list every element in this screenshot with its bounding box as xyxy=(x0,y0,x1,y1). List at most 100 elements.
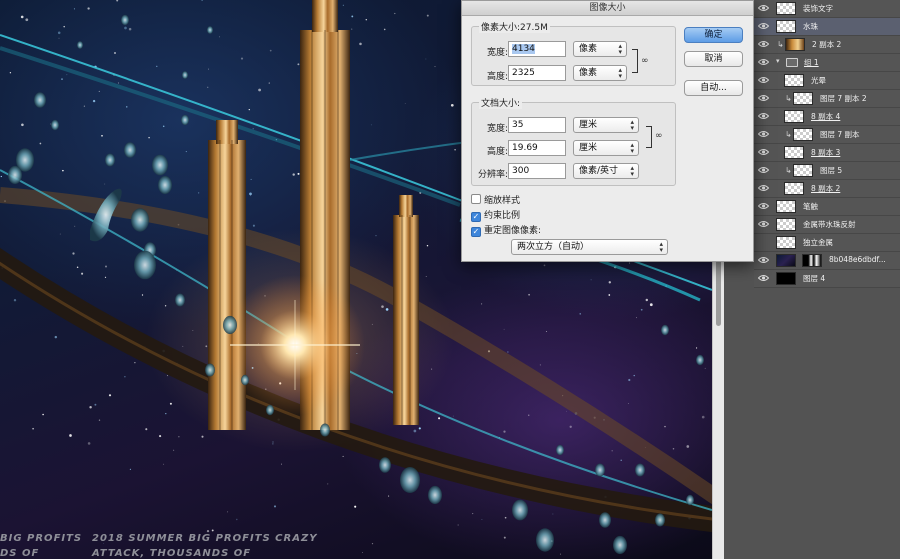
pixel-dimensions-label: 像素大小:27.5M xyxy=(479,20,550,33)
layer-thumbnail xyxy=(784,182,804,195)
expand-group-icon[interactable]: ▾ xyxy=(776,57,780,65)
poster-text-left-1: BIG PROFITS xyxy=(0,533,83,544)
layer-thumbnail xyxy=(793,164,813,177)
poster-text-left-2: DS OF xyxy=(0,548,40,559)
folder-icon xyxy=(786,58,798,67)
doc-width-input[interactable]: 35 xyxy=(508,117,566,133)
poster-text-1: 2018 SUMMER BIG PROFITS CRAZY xyxy=(92,533,318,544)
layer-thumbnail xyxy=(776,200,796,213)
auto-button[interactable]: 自动... xyxy=(684,80,743,96)
layer-name: 8 副本 4 xyxy=(811,112,841,121)
layer-row[interactable]: ↳ 2 副本 2 xyxy=(754,36,900,54)
eye-icon[interactable] xyxy=(758,220,769,228)
layer-name: 金属带水珠反射 xyxy=(803,220,856,229)
layer-row[interactable]: 独立金属 xyxy=(754,234,900,252)
eye-icon[interactable] xyxy=(758,184,769,192)
scale-styles-option[interactable]: 缩放样式 xyxy=(471,193,520,206)
eye-icon[interactable] xyxy=(758,112,769,120)
cancel-button[interactable]: 取消 xyxy=(684,51,743,67)
resample-checkbox[interactable]: ✓ xyxy=(471,227,481,237)
layer-thumbnail xyxy=(784,110,804,123)
constrain-proportions-option[interactable]: ✓ 约束比例 xyxy=(471,208,520,222)
layer-name: 独立金属 xyxy=(803,238,833,247)
constrain-proportions-checkbox[interactable]: ✓ xyxy=(471,212,481,222)
eye-icon[interactable] xyxy=(758,40,769,48)
layer-mask-thumbnail[interactable] xyxy=(802,254,822,267)
layer-name: 8 副本 2 xyxy=(811,184,841,193)
layer-row[interactable]: 水珠 xyxy=(754,18,900,36)
eye-icon[interactable] xyxy=(758,274,769,282)
pixel-width-input[interactable]: 4134 xyxy=(508,41,566,57)
resolution-label: 分辨率: xyxy=(477,170,508,180)
eye-hidden-icon[interactable] xyxy=(758,238,769,246)
doc-height-unit-select[interactable]: 厘米 ▴ ▾ xyxy=(573,140,639,156)
layer-thumbnail xyxy=(776,254,796,267)
document-size-label: 文档大小: xyxy=(479,96,523,109)
resample-method-select[interactable]: 两次立方（自动） ▴ ▾ xyxy=(511,239,668,255)
scale-styles-checkbox[interactable] xyxy=(471,194,481,204)
pixel-height-label: 高度: xyxy=(486,72,508,82)
layer-row[interactable]: 笔触 xyxy=(754,198,900,216)
layer-thumbnail xyxy=(785,38,805,51)
clipping-mask-icon: ↳ xyxy=(785,130,792,139)
layer-thumbnail xyxy=(776,272,796,285)
eye-icon[interactable] xyxy=(758,202,769,210)
layer-name: 图层 5 xyxy=(820,166,843,175)
eye-icon[interactable] xyxy=(758,4,769,12)
eye-icon[interactable] xyxy=(758,148,769,156)
image-size-dialog: 图像大小 像素大小:27.5M 宽度: 4134 像素 ▴ ▾ 高度: 2325 像… xyxy=(461,0,754,262)
layer-row[interactable]: ▾ 组 1 xyxy=(754,54,900,72)
doc-width-label: 宽度: xyxy=(486,124,508,134)
ok-button[interactable]: 确定 xyxy=(684,27,743,43)
layer-thumbnail xyxy=(793,128,813,141)
eye-icon[interactable] xyxy=(758,130,769,138)
resample-option[interactable]: ✓ 重定图像像素: xyxy=(471,223,541,237)
layer-name: 8b048e6dbdf... xyxy=(829,255,886,264)
layer-row[interactable]: 装饰文字 xyxy=(754,0,900,18)
doc-constrain-bracket xyxy=(646,126,652,148)
doc-height-label: 高度: xyxy=(486,147,508,157)
eye-icon[interactable] xyxy=(758,76,769,84)
layer-row[interactable]: 8 副本 2 xyxy=(754,180,900,198)
pixel-width-unit-select[interactable]: 像素 ▴ ▾ xyxy=(573,41,627,57)
layer-row[interactable]: 8 副本 3 xyxy=(754,144,900,162)
eye-icon[interactable] xyxy=(758,94,769,102)
layer-row[interactable]: 金属带水珠反射 xyxy=(754,216,900,234)
layer-row[interactable]: 8 副本 4 xyxy=(754,108,900,126)
pixel-constrain-bracket xyxy=(632,49,638,73)
layer-thumbnail xyxy=(776,236,796,249)
layer-thumbnail xyxy=(776,218,796,231)
layer-row[interactable]: ↳ 图层 7 副本 xyxy=(754,126,900,144)
chain-link-icon: ∞ xyxy=(641,56,649,66)
clipping-mask-icon: ↳ xyxy=(777,40,784,49)
eye-icon[interactable] xyxy=(758,58,769,66)
doc-width-unit-select[interactable]: 厘米 ▴ ▾ xyxy=(573,117,639,133)
photoshop-workspace: BIG PROFITS DS OF 2018 SUMMER BIG PROFIT… xyxy=(0,0,900,559)
eye-icon[interactable] xyxy=(758,256,769,264)
eye-icon[interactable] xyxy=(758,166,769,174)
layer-row[interactable]: 光晕 xyxy=(754,72,900,90)
pixel-height-input[interactable]: 2325 xyxy=(508,65,566,81)
layer-name: 装饰文字 xyxy=(803,4,833,13)
layer-thumbnail xyxy=(793,92,813,105)
pixel-height-unit-select[interactable]: 像素 ▴ ▾ xyxy=(573,65,627,81)
dialog-title[interactable]: 图像大小 xyxy=(462,1,753,16)
layer-name: 组 1 xyxy=(804,58,819,67)
pixel-width-label: 宽度: xyxy=(486,48,508,58)
layer-thumbnail xyxy=(784,146,804,159)
layer-name: 图层 7 副本 xyxy=(820,130,860,139)
scrollbar-thumb[interactable] xyxy=(716,256,721,326)
layer-thumbnail xyxy=(784,74,804,87)
layer-name: 图层 7 副本 2 xyxy=(820,94,867,103)
layers-panel: 装饰文字 水珠 ↳ 2 副本 2 ▾ 组 1 光晕 ↳ 图层 7 副本 2 8 副本 4 ↳ 图层 7… xyxy=(754,0,900,559)
layer-row[interactable]: 8b048e6dbdf... xyxy=(754,252,900,270)
eye-icon[interactable] xyxy=(758,22,769,30)
doc-height-input[interactable]: 19.69 xyxy=(508,140,566,156)
layer-row[interactable]: ↳ 图层 7 副本 2 xyxy=(754,90,900,108)
layer-row[interactable]: 图层 4 xyxy=(754,270,900,288)
resolution-unit-select[interactable]: 像素/英寸 ▴ ▾ xyxy=(573,163,639,179)
resolution-input[interactable]: 300 xyxy=(508,163,566,179)
layer-name: 笔触 xyxy=(803,202,818,211)
layer-name: 8 副本 3 xyxy=(811,148,841,157)
layer-row[interactable]: ↳ 图层 5 xyxy=(754,162,900,180)
